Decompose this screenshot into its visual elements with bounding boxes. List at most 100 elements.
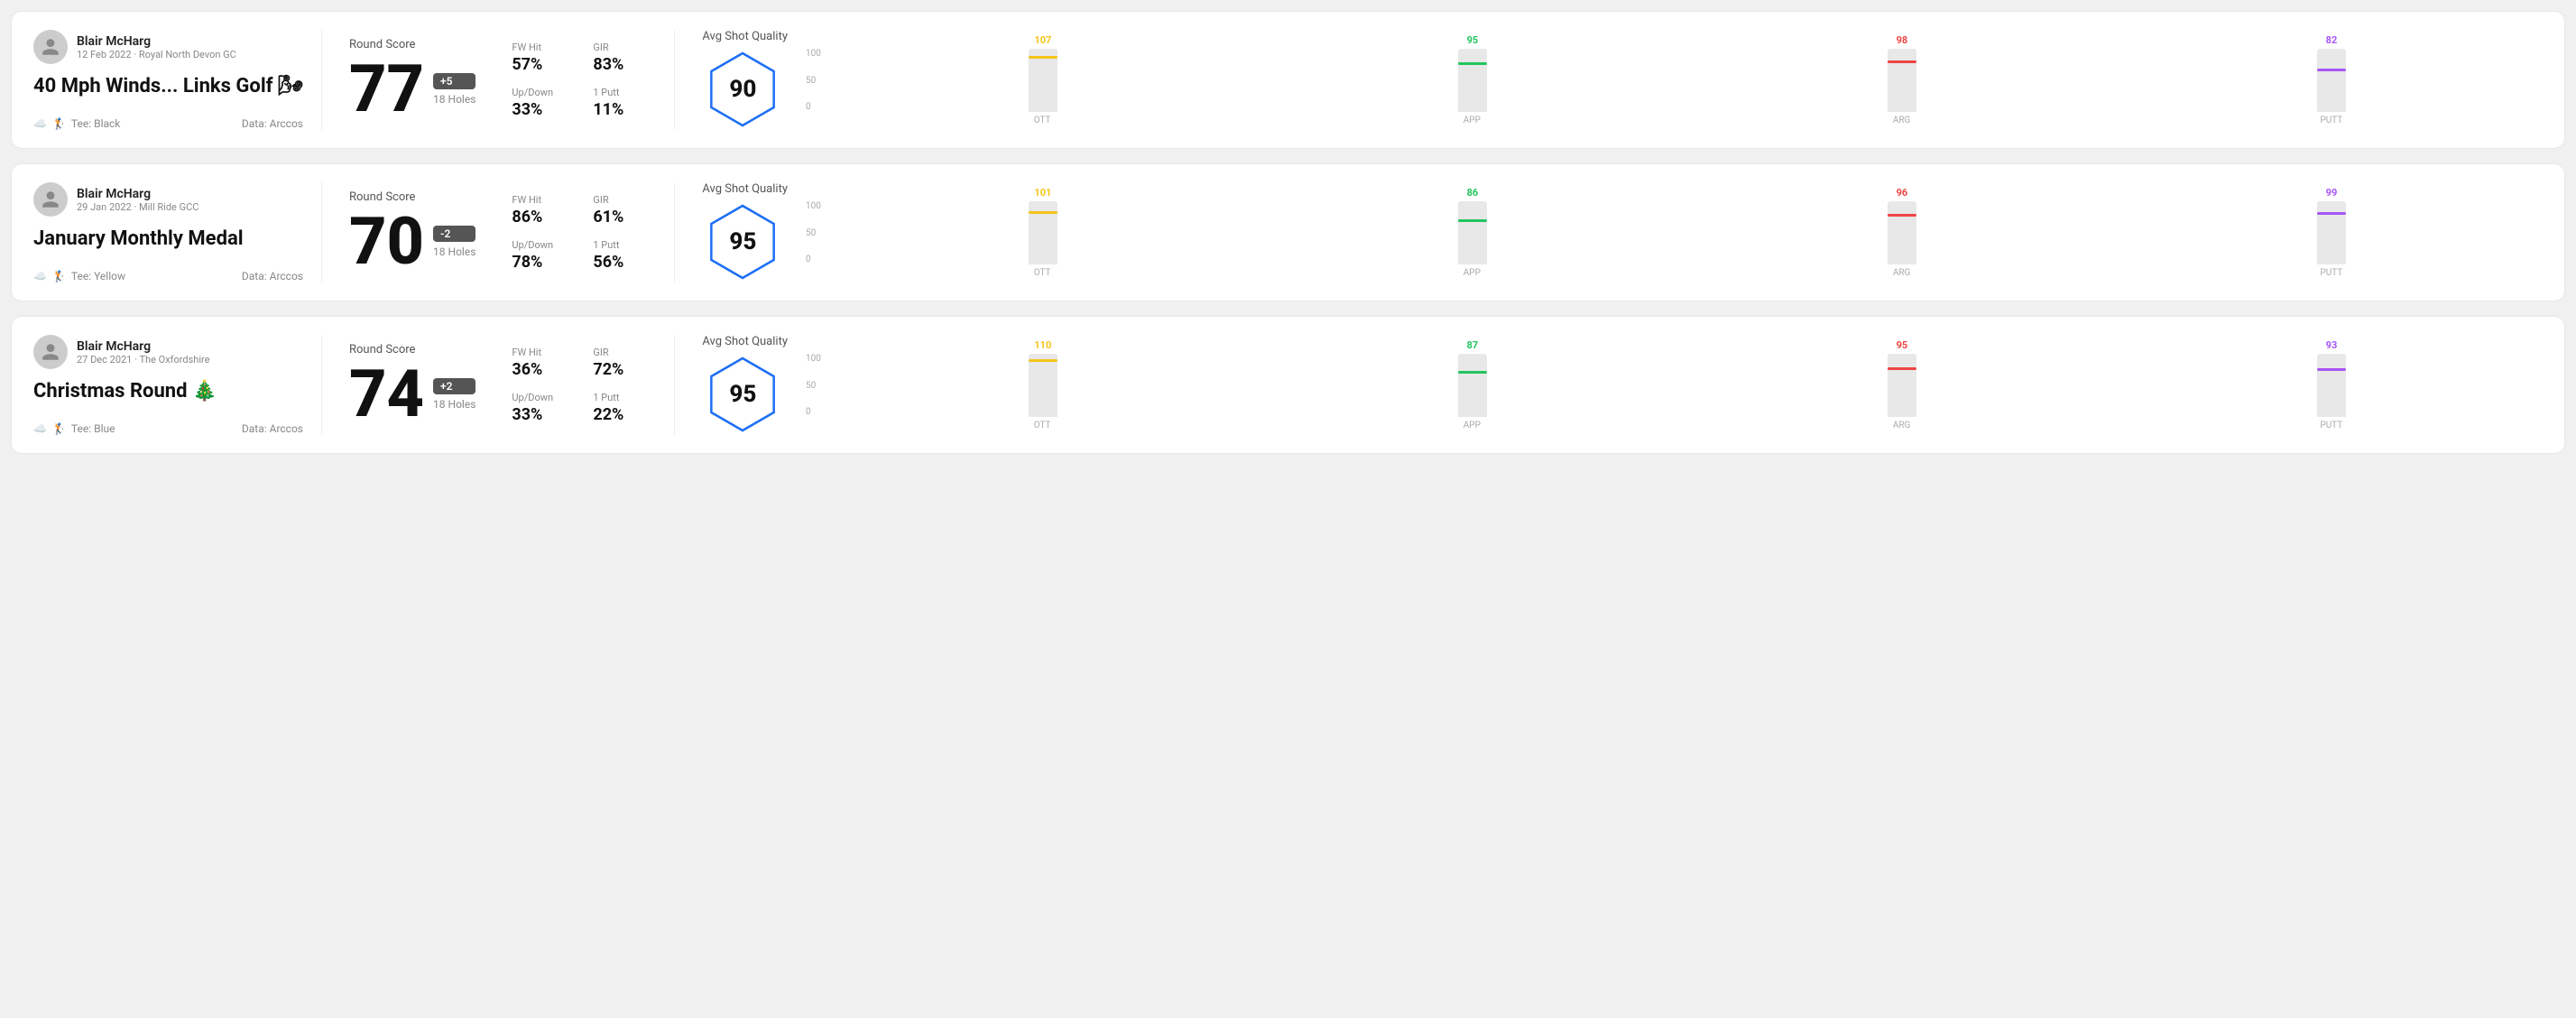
person-icon [41, 190, 60, 209]
chart-x-label: OTT [831, 116, 1253, 125]
y-label-50: 50 [806, 228, 821, 238]
stats-row-top: FW Hit 36% GIR 72% [512, 347, 647, 379]
oneputt-label: 1 Putt [593, 87, 647, 98]
user-date-course: 27 Dec 2021 · The Oxfordshire [77, 354, 209, 366]
quality-block: Avg Shot Quality 90 [702, 30, 788, 130]
bar-group: 95 [1261, 34, 1684, 112]
gir-stat: GIR 61% [593, 194, 647, 227]
person-icon [41, 37, 60, 57]
chart-x-label: ARG [1690, 116, 2112, 125]
gir-label: GIR [593, 194, 647, 206]
fw-hit-label: FW Hit [512, 194, 566, 206]
cloud-icon: ☁️ [33, 422, 47, 435]
bar-group: 98 [1691, 34, 2113, 112]
user-details: Blair McHarg 27 Dec 2021 · The Oxfordshi… [77, 339, 209, 366]
chart-x-label: ARG [1690, 268, 2112, 278]
left-section: Blair McHarg 12 Feb 2022 · Royal North D… [33, 30, 322, 130]
score-badge: -2 [433, 226, 475, 242]
gir-stat: GIR 83% [593, 42, 647, 74]
tee-label: Tee: Blue [71, 422, 115, 435]
updown-stat: Up/Down 33% [512, 392, 566, 424]
y-label-50: 50 [806, 76, 821, 86]
score-block: Round Score 74 +2 18 Holes [349, 343, 475, 427]
updown-stat: Up/Down 33% [512, 87, 566, 119]
hexagon-container: 90 [702, 49, 783, 130]
right-section: Avg Shot Quality 90 100 50 0 107 [675, 30, 2543, 130]
score-holes: 18 Holes [433, 398, 475, 411]
oneputt-label: 1 Putt [593, 239, 647, 251]
fw-hit-stat: FW Hit 86% [512, 194, 566, 227]
quality-label: Avg Shot Quality [702, 30, 788, 43]
quality-label: Avg Shot Quality [702, 335, 788, 348]
updown-value: 33% [512, 100, 566, 119]
hexagon-container: 95 [702, 354, 783, 435]
user-details: Blair McHarg 12 Feb 2022 · Royal North D… [77, 34, 236, 60]
score-main: 70 -2 18 Holes [349, 209, 475, 274]
stats-row-bottom: Up/Down 33% 1 Putt 11% [512, 87, 647, 119]
round-title: 40 Mph Winds... Links Golf 🌬 [33, 75, 303, 98]
gir-label: GIR [593, 347, 647, 358]
y-label-100: 100 [806, 49, 821, 59]
user-date-course: 12 Feb 2022 · Royal North Devon GC [77, 49, 236, 60]
oneputt-stat: 1 Putt 22% [593, 392, 647, 424]
score-number: 74 [349, 362, 424, 427]
y-label-0: 0 [806, 407, 821, 417]
oneputt-value: 22% [593, 405, 647, 424]
score-detail: -2 18 Holes [433, 226, 475, 258]
score-holes: 18 Holes [433, 245, 475, 258]
bar-value-label: 99 [2326, 187, 2338, 199]
bar-group: 93 [2120, 339, 2543, 417]
bar-value-label: 87 [1467, 339, 1479, 351]
bar-value-label: 82 [2326, 34, 2338, 46]
bag-icon: 🏌 [52, 270, 66, 282]
fw-hit-value: 57% [512, 55, 566, 74]
left-section: Blair McHarg 29 Jan 2022 · Mill Ride GCC… [33, 182, 322, 282]
cloud-icon: ☁️ [33, 117, 47, 130]
bag-icon: 🏌 [52, 422, 66, 435]
user-info: Blair McHarg 29 Jan 2022 · Mill Ride GCC [33, 182, 303, 217]
fw-hit-value: 36% [512, 360, 566, 379]
score-badge: +2 [433, 378, 475, 394]
avatar [33, 30, 68, 64]
bar-group: 86 [1261, 187, 1684, 264]
data-source: Data: Arccos [242, 270, 303, 282]
updown-label: Up/Down [512, 239, 566, 251]
fw-hit-value: 86% [512, 208, 566, 227]
chart-x-label: OTT [831, 421, 1253, 430]
tee-label: Tee: Yellow [71, 270, 125, 282]
score-block: Round Score 77 +5 18 Holes [349, 38, 475, 122]
updown-label: Up/Down [512, 392, 566, 403]
fw-hit-stat: FW Hit 36% [512, 347, 566, 379]
chart-area: 100 50 0 101 86 [806, 187, 2543, 278]
chart-area: 100 50 0 107 95 [806, 34, 2543, 125]
chart-x-label: PUTT [2120, 268, 2543, 278]
user-name: Blair McHarg [77, 187, 199, 201]
updown-value: 33% [512, 405, 566, 424]
data-source: Data: Arccos [242, 117, 303, 130]
stats-block: FW Hit 57% GIR 83% Up/Down 33% [512, 42, 647, 119]
avatar [33, 182, 68, 217]
chart-x-label: APP [1260, 268, 1683, 278]
bar-group: 110 [832, 339, 1254, 417]
bar-value-label: 93 [2326, 339, 2338, 351]
bar-group: 87 [1261, 339, 1684, 417]
bar-value-label: 110 [1034, 339, 1051, 351]
updown-label: Up/Down [512, 87, 566, 98]
user-name: Blair McHarg [77, 339, 209, 354]
data-source: Data: Arccos [242, 422, 303, 435]
footer-info: ☁️ 🏌 Tee: Blue Data: Arccos [33, 422, 303, 435]
left-section: Blair McHarg 27 Dec 2021 · The Oxfordshi… [33, 335, 322, 435]
round-title: January Monthly Medal [33, 227, 303, 251]
middle-section: Round Score 74 +2 18 Holes FW Hit [322, 335, 675, 435]
stats-row-top: FW Hit 57% GIR 83% [512, 42, 647, 74]
stats-row-bottom: Up/Down 33% 1 Putt 22% [512, 392, 647, 424]
bar-value-label: 98 [1897, 34, 1908, 46]
middle-section: Round Score 77 +5 18 Holes FW Hit [322, 30, 675, 130]
bar-value-label: 95 [1467, 34, 1479, 46]
person-icon [41, 342, 60, 362]
user-details: Blair McHarg 29 Jan 2022 · Mill Ride GCC [77, 187, 199, 213]
stats-row-top: FW Hit 86% GIR 61% [512, 194, 647, 227]
y-label-100: 100 [806, 201, 821, 211]
gir-stat: GIR 72% [593, 347, 647, 379]
gir-value: 61% [593, 208, 647, 227]
